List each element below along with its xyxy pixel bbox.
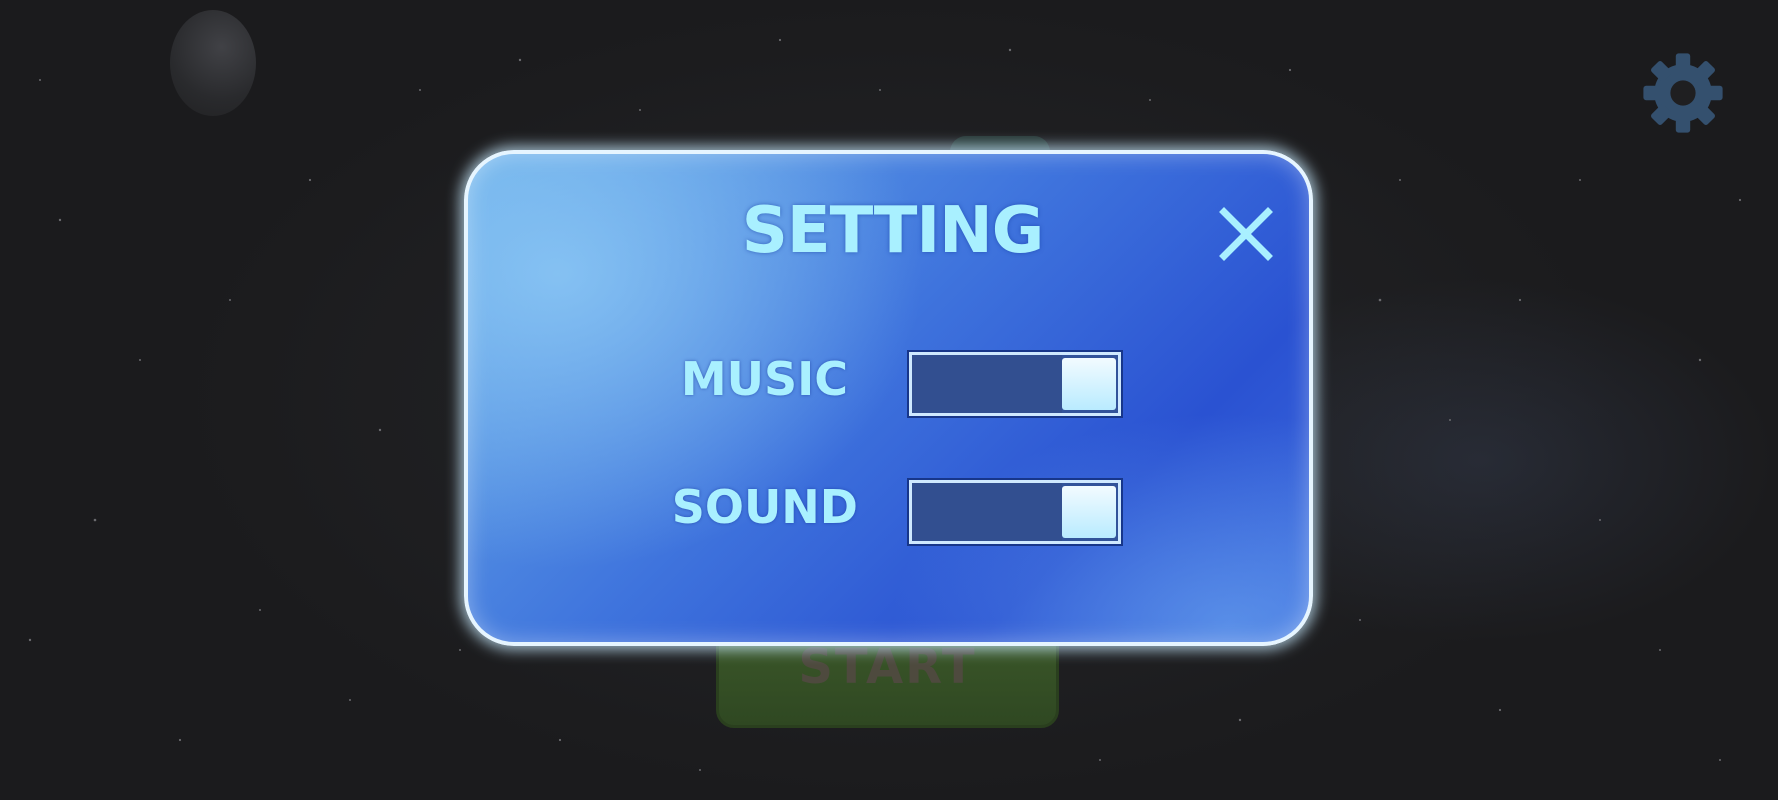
music-label: MUSIC [680, 352, 848, 406]
sound-toggle-knob[interactable] [1062, 486, 1116, 538]
music-toggle[interactable] [907, 350, 1123, 418]
start-button-label: START [798, 639, 977, 695]
gear-icon [1643, 53, 1723, 133]
sound-toggle[interactable] [907, 478, 1123, 546]
dialog-title: SETTING [741, 194, 1045, 268]
game-screen: START SETTING MUSIC SOUND [0, 0, 1778, 800]
close-button[interactable] [1216, 204, 1276, 264]
sound-label: SOUND [671, 480, 858, 534]
close-icon [1219, 207, 1273, 261]
settings-button[interactable] [1638, 48, 1728, 138]
music-toggle-knob[interactable] [1062, 358, 1116, 410]
music-toggle-track [912, 355, 1062, 413]
settings-dialog: SETTING MUSIC SOUND [464, 150, 1313, 646]
sound-toggle-track [912, 483, 1062, 541]
planet-decoration [170, 10, 256, 116]
